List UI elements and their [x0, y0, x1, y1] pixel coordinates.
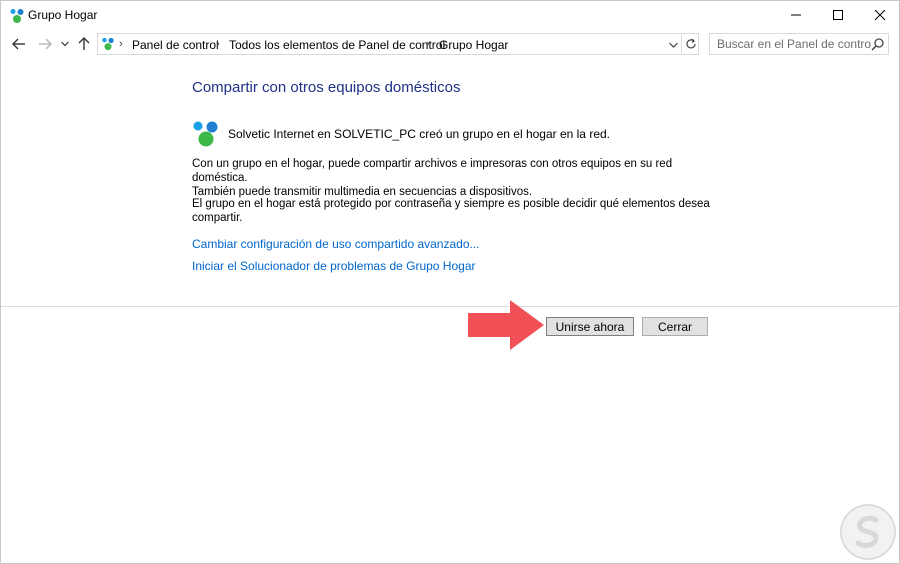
breadcrumb-separator: ›: [216, 38, 220, 50]
title-bar: Grupo Hogar: [1, 1, 900, 29]
description-paragraph: Con un grupo en el hogar, puede comparti…: [192, 157, 712, 199]
breadcrumb-control-panel[interactable]: Panel de control: [132, 38, 219, 52]
up-button[interactable]: [75, 35, 93, 53]
homegroup-icon: [193, 121, 218, 147]
refresh-button[interactable]: [681, 35, 700, 53]
breadcrumb-homegroup[interactable]: Grupo Hogar: [439, 38, 508, 52]
address-bar[interactable]: › Panel de control › Todos los elementos…: [97, 33, 699, 55]
address-dropdown-button[interactable]: [666, 38, 680, 52]
window-title: Grupo Hogar: [28, 8, 98, 22]
back-button[interactable]: [10, 35, 28, 53]
maximize-button[interactable]: [815, 1, 861, 29]
homegroup-status-text: Solvetic Internet en SOLVETIC_PC creó un…: [228, 127, 610, 141]
close-window-button[interactable]: [857, 1, 900, 29]
red-arrow-icon: [468, 300, 544, 350]
homegroup-window: Grupo Hogar › Panel de control › Todos l…: [0, 0, 900, 564]
search-icon[interactable]: [871, 37, 885, 51]
refresh-icon: [686, 38, 696, 49]
close-icon: [875, 10, 885, 20]
troubleshooter-link[interactable]: Iniciar el Solucionador de problemas de …: [192, 259, 476, 273]
page-heading: Compartir con otros equipos domésticos: [192, 79, 461, 96]
close-button[interactable]: Cerrar: [642, 317, 708, 336]
breadcrumb-all-items[interactable]: Todos los elementos de Panel de control: [229, 38, 445, 52]
homegroup-icon: [102, 37, 114, 51]
recent-locations-button[interactable]: [59, 35, 71, 53]
forward-button[interactable]: [36, 35, 54, 53]
minimize-button[interactable]: [773, 1, 819, 29]
join-now-button[interactable]: Unirse ahora: [546, 317, 634, 336]
divider: [1, 306, 900, 307]
search-box[interactable]: [709, 33, 889, 55]
search-input[interactable]: [710, 34, 871, 54]
password-line: compartir.: [192, 212, 243, 224]
homegroup-icon: [10, 9, 24, 23]
arrow-right-icon: [39, 38, 52, 50]
breadcrumb-separator: ›: [119, 38, 123, 50]
password-line: El grupo en el hogar está protegido por …: [192, 198, 710, 210]
navigation-bar: › Panel de control › Todos los elementos…: [1, 31, 900, 57]
arrow-up-icon: [78, 37, 90, 50]
minimize-icon: [791, 14, 801, 16]
chevron-down-icon: [61, 41, 69, 47]
description-line: Con un grupo en el hogar, puede comparti…: [192, 158, 673, 184]
advanced-sharing-link[interactable]: Cambiar configuración de uso compartido …: [192, 237, 480, 251]
solvetic-logo-icon: [840, 504, 896, 560]
arrow-left-icon: [12, 38, 25, 50]
chevron-down-icon: [668, 42, 678, 48]
password-paragraph: El grupo en el hogar está protegido por …: [192, 197, 712, 225]
maximize-icon: [833, 10, 843, 20]
breadcrumb-separator: ›: [426, 38, 430, 50]
